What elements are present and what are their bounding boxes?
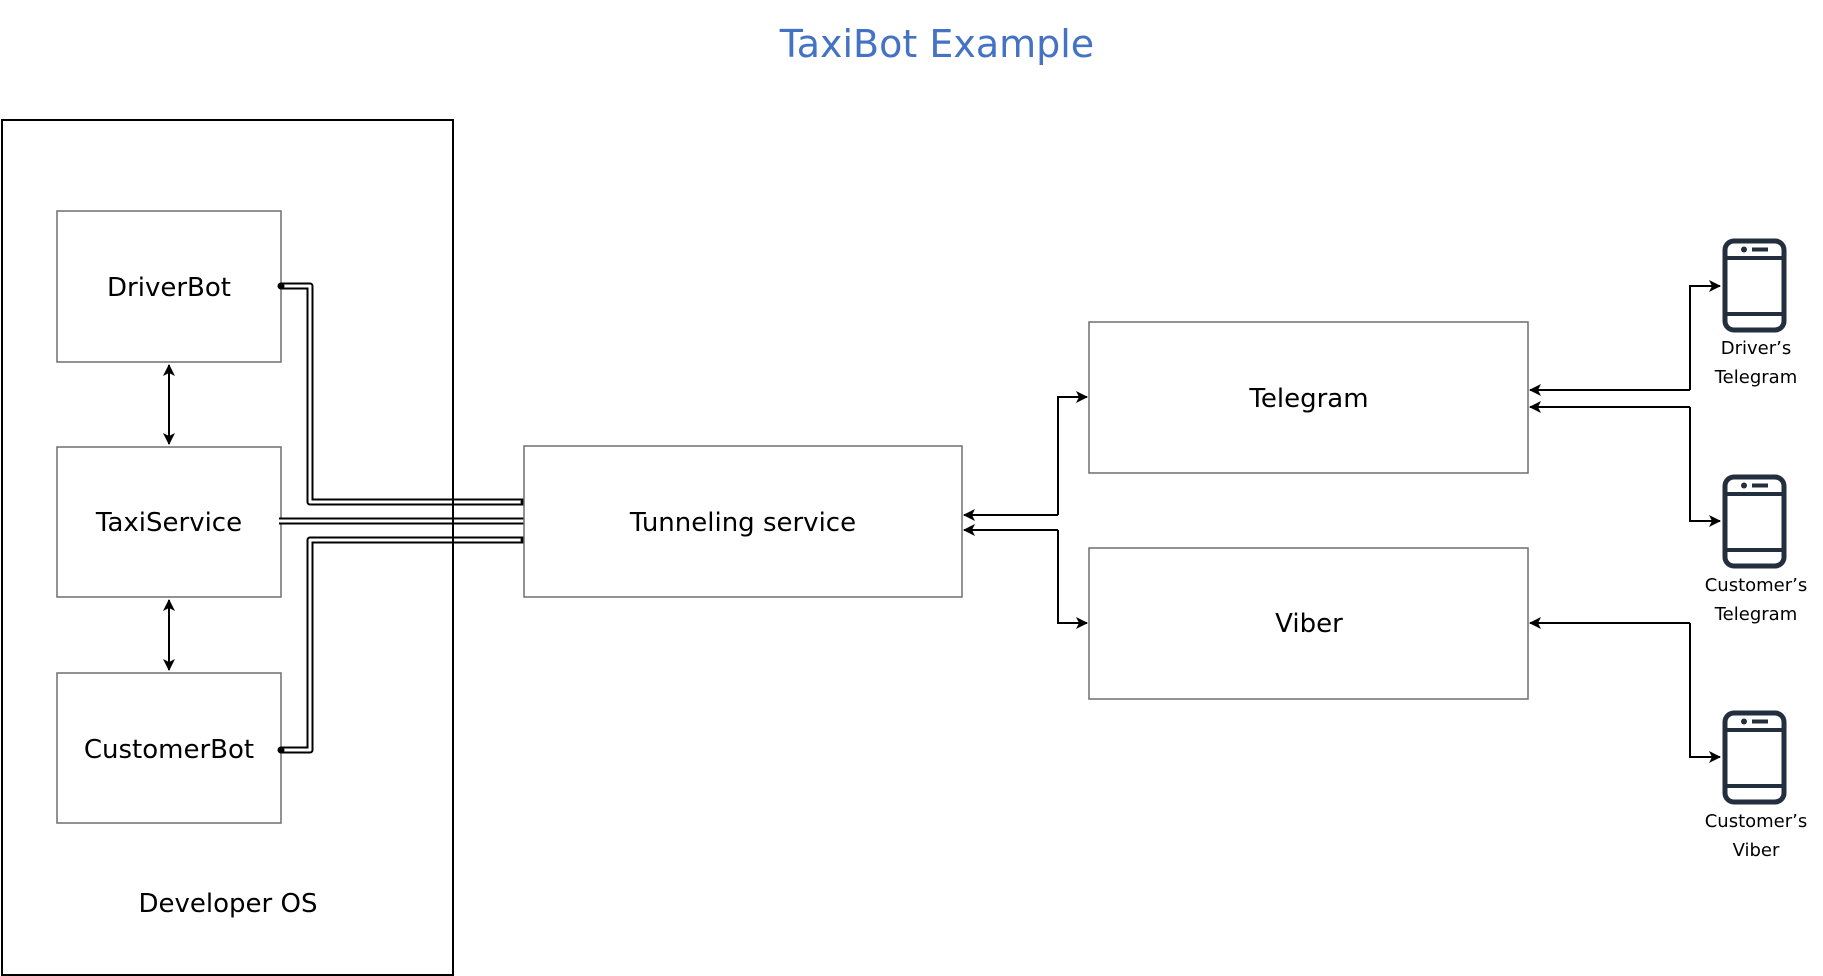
drivers-telegram-client[interactable]: Driver’s Telegram [1714,241,1797,388]
customerbot-label: CustomerBot [84,735,254,765]
diagram-title: TaxiBot Example [779,22,1094,66]
client-label-line2: Viber [1733,840,1780,861]
driverbot-tunnel-connector [277,282,528,506]
viber-to-customer-phone-arrow [1689,623,1721,763]
client-label-line1: Customer’s [1705,575,1808,596]
tunnel-to-telegram-arrow [1057,391,1088,515]
client-label-line1: Customer’s [1705,811,1808,832]
smartphone-icon [1725,713,1784,802]
driverbot-node[interactable]: DriverBot [56,210,282,363]
client-label-line2: Telegram [1714,367,1797,388]
driverbot-label: DriverBot [107,273,231,303]
customers-telegram-client[interactable]: Customer’s Telegram [1705,477,1808,625]
telegram-node[interactable]: Telegram [1088,321,1529,474]
client-label-line2: Telegram [1714,604,1797,625]
tunneling-service-label: Tunneling service [629,508,856,538]
viber-label: Viber [1275,609,1343,639]
taxiservice-label: TaxiService [95,508,242,538]
smartphone-icon [1725,241,1784,330]
customerbot-tunnel-connector [277,536,528,754]
diagram-canvas: TaxiBot Example Developer OS DriverBot T… [1,22,1808,976]
telegram-to-customer-phone-arrow [1689,407,1721,527]
taxiservice-node[interactable]: TaxiService [56,446,282,598]
telegram-label: Telegram [1248,384,1368,414]
client-label-line1: Driver’s [1721,338,1792,359]
viber-node[interactable]: Viber [1088,547,1529,700]
smartphone-icon [1725,477,1784,566]
tunnel-to-viber-arrow [1057,530,1088,629]
customerbot-node[interactable]: CustomerBot [56,672,282,824]
customers-viber-client[interactable]: Customer’s Viber [1705,713,1808,861]
tunneling-service-node[interactable]: Tunneling service [523,445,963,598]
developer-os-label: Developer OS [139,889,318,919]
